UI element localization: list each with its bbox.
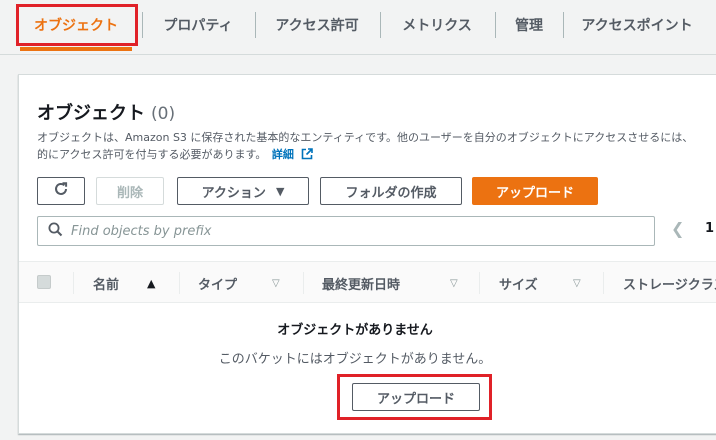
sort-icon[interactable]: ▽ <box>450 262 458 304</box>
column-separator <box>73 272 74 294</box>
panel-description: オブジェクトは、Amazon S3 に保存された基本的なエンティティです。他のユ… <box>37 129 716 165</box>
sort-icon[interactable]: ▽ <box>573 262 581 304</box>
tab-separator <box>255 12 256 38</box>
tab-separator <box>142 12 143 38</box>
empty-state-description: このバケットにはオブジェクトがありません。 <box>218 352 492 367</box>
column-separator <box>479 272 480 294</box>
delete-button[interactable]: 削除 <box>96 177 164 205</box>
upload-button[interactable]: アップロード <box>472 177 598 205</box>
sort-icon[interactable]: ▽ <box>272 262 280 304</box>
panel-header: オブジェクト (0) <box>37 99 175 125</box>
actions-label: アクション <box>201 185 266 201</box>
chevron-left-icon[interactable]: ❮ <box>671 219 684 238</box>
page-number[interactable]: 1 <box>705 221 714 236</box>
refresh-icon <box>53 181 69 201</box>
tab-properties[interactable]: プロパティ <box>146 0 250 50</box>
create-folder-button[interactable]: フォルダの作成 <box>320 177 462 205</box>
tab-separator <box>563 12 564 38</box>
tab-objects[interactable]: オブジェクト <box>20 0 132 50</box>
table-header: 名前 ▲ タイプ ▽ 最終更新日時 ▽ サイズ ▽ ストレージクラス <box>19 261 716 303</box>
column-separator <box>303 272 304 294</box>
column-header-name[interactable]: 名前 <box>93 262 119 304</box>
column-header-storage-class[interactable]: ストレージクラス <box>623 262 716 304</box>
tab-separator <box>380 12 381 38</box>
search-input[interactable] <box>71 218 654 244</box>
description-line-1: オブジェクトは、Amazon S3 に保存された基本的なエンティティです。他のユ… <box>37 131 694 144</box>
tab-separator <box>495 12 496 38</box>
search-box <box>37 216 655 246</box>
panel-title: オブジェクト <box>37 103 145 124</box>
select-all-checkbox[interactable] <box>37 275 51 289</box>
column-header-type[interactable]: タイプ <box>198 262 237 304</box>
column-header-size[interactable]: サイズ <box>499 262 538 304</box>
objects-panel: オブジェクト (0) オブジェクトは、Amazon S3 に保存された基本的なエ… <box>18 74 716 434</box>
sort-ascending-icon[interactable]: ▲ <box>147 262 155 304</box>
description-text: 的にアクセス許可を付与する必要があります。 <box>37 148 267 161</box>
external-link-icon[interactable] <box>301 148 314 165</box>
tab-bar: オブジェクト プロパティ アクセス許可 メトリクス 管理 アクセスポイント <box>0 0 716 55</box>
actions-dropdown[interactable]: アクション ▼ <box>177 177 309 205</box>
active-tab-indicator <box>20 47 132 51</box>
object-count: (0) <box>151 104 176 124</box>
empty-state-title: オブジェクトがありません <box>277 323 433 338</box>
empty-state-upload-button[interactable]: アップロード <box>352 383 480 411</box>
tab-metrics[interactable]: メトリクス <box>384 0 490 50</box>
tab-management[interactable]: 管理 <box>499 0 559 50</box>
column-separator <box>603 272 604 294</box>
column-header-last-modified[interactable]: 最終更新日時 <box>322 262 400 304</box>
description-line-2: 的にアクセス許可を付与する必要があります。 詳細 <box>37 146 716 165</box>
column-separator <box>179 272 180 294</box>
learn-more-link[interactable]: 詳細 <box>272 148 294 161</box>
search-icon <box>48 222 63 241</box>
tab-access-points[interactable]: アクセスポイント <box>567 0 707 50</box>
refresh-button[interactable] <box>37 177 85 205</box>
tab-permissions[interactable]: アクセス許可 <box>259 0 375 50</box>
caret-down-icon: ▼ <box>275 184 285 198</box>
